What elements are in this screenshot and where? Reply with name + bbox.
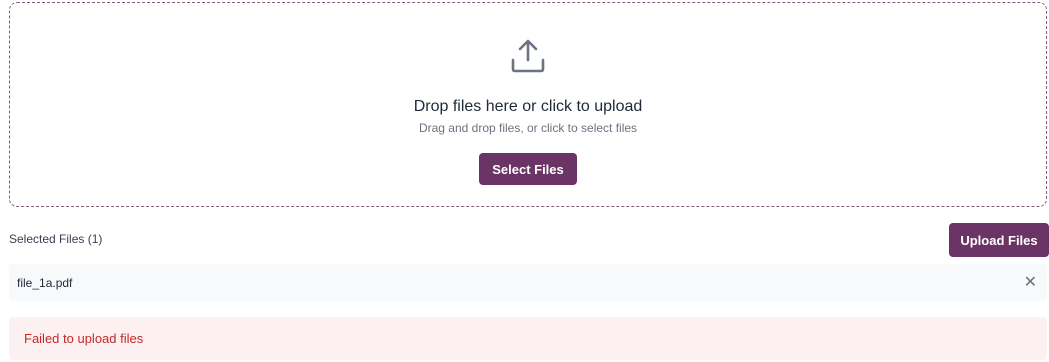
select-files-button[interactable]: Select Files: [479, 153, 577, 185]
file-list-item: file_1a.pdf ✕: [9, 264, 1047, 301]
selected-files-count: Selected Files (1): [9, 232, 103, 246]
dropzone-title: Drop files here or click to upload: [413, 98, 643, 115]
error-alert: Failed to upload files: [9, 317, 1047, 360]
close-icon[interactable]: ✕: [1024, 274, 1037, 291]
upload-icon: [511, 39, 545, 73]
upload-files-button[interactable]: Upload Files: [949, 223, 1049, 257]
error-message: Failed to upload files: [24, 331, 144, 346]
file-name: file_1a.pdf: [17, 275, 73, 290]
dropzone-subtitle: Drag and drop files, or click to select …: [418, 121, 638, 135]
file-dropzone[interactable]: Drop files here or click to upload Drag …: [9, 2, 1047, 207]
